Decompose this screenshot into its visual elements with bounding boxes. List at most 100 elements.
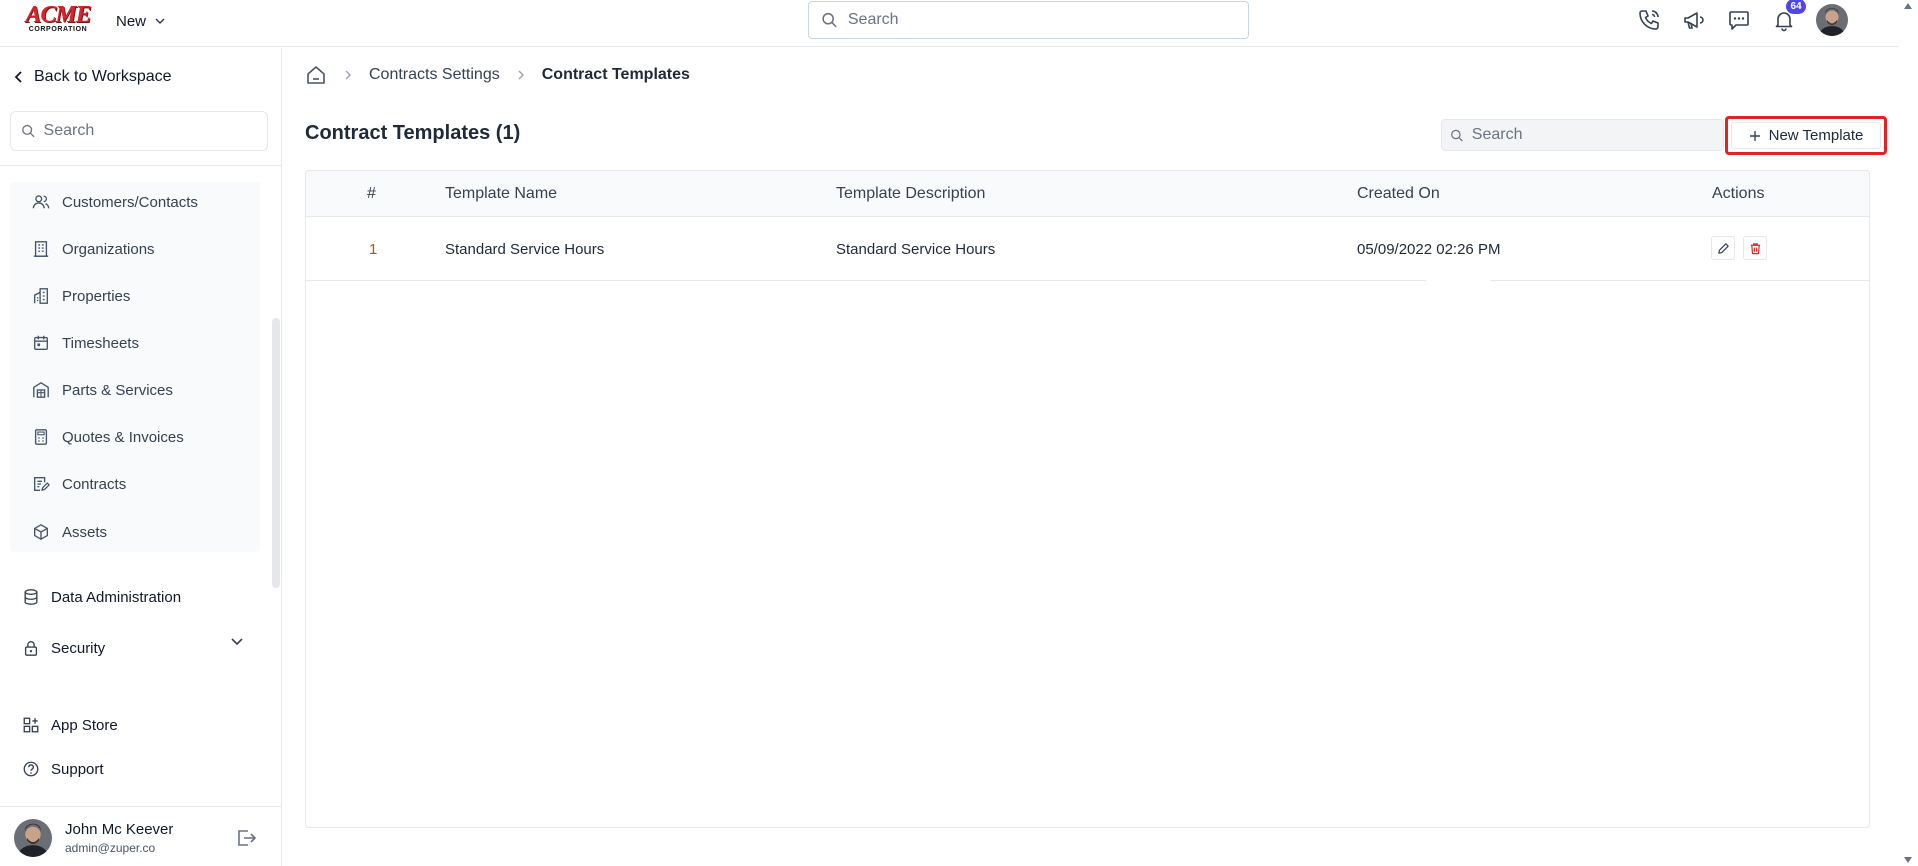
pencil-icon	[1717, 242, 1729, 254]
users-icon	[32, 195, 50, 209]
home-icon[interactable]	[305, 64, 327, 86]
row-number: 1	[369, 241, 378, 258]
sidebar-item-properties[interactable]: Properties	[32, 287, 130, 305]
sidebar-search-input[interactable]	[43, 122, 267, 140]
top-bar: ACME CORPORATION New 64	[0, 0, 1898, 47]
new-menu-label: New	[116, 12, 147, 30]
sidebar-item-parts-services[interactable]: Parts & Services	[32, 381, 173, 399]
warehouse-icon	[33, 382, 49, 398]
box-icon	[34, 524, 48, 540]
user-email: admin@zuper.co	[65, 841, 156, 855]
database-icon	[24, 589, 38, 605]
page-title: Contract Templates (1)	[305, 122, 521, 144]
apps-icon	[23, 717, 39, 733]
sidebar-item-label: Timesheets	[62, 334, 139, 352]
logo-text: ACME	[25, 2, 91, 28]
sidebar-item-label: Organizations	[62, 240, 155, 258]
sidebar-item-label: App Store	[51, 716, 118, 734]
sidebar-item-label: Security	[51, 639, 106, 657]
column-header-template-description[interactable]: Template Description	[836, 185, 985, 203]
sidebar-item-assets[interactable]: Assets	[32, 523, 107, 541]
sidebar-item-security[interactable]: Security	[22, 639, 105, 657]
sidebar-item-customers[interactable]: Customers/Contacts	[32, 193, 198, 211]
global-search[interactable]	[808, 1, 1249, 39]
sidebar-search[interactable]	[10, 111, 268, 151]
user-profile: John Mc Keever admin@zuper.co	[0, 806, 281, 866]
scroll-up-arrow-icon[interactable]	[1903, 2, 1913, 10]
sidebar-item-label: Support	[51, 760, 104, 778]
row-created-on: 05/09/2022 02:26 PM	[1357, 241, 1501, 258]
global-search-input[interactable]	[847, 11, 1248, 29]
table-search[interactable]	[1441, 119, 1724, 151]
row-template-description: Standard Service Hours	[836, 241, 996, 258]
edit-button[interactable]	[1711, 236, 1735, 260]
column-header-actions: Actions	[1712, 185, 1765, 202]
column-header-created-on[interactable]: Created On	[1357, 185, 1440, 203]
sidebar-item-app-store[interactable]: App Store	[22, 716, 118, 734]
breadcrumb-contracts-settings[interactable]: Contracts Settings	[369, 66, 500, 84]
acme-logo[interactable]: ACME CORPORATION	[22, 3, 94, 35]
sidebar-item-label: Customers/Contacts	[62, 193, 198, 211]
sidebar-divider	[0, 165, 281, 166]
templates-table: # Template Name Template Description Cre…	[305, 170, 1870, 828]
table-search-input[interactable]	[1471, 126, 1723, 144]
search-icon	[822, 12, 837, 28]
row-divider-gap	[1426, 279, 1490, 285]
new-template-button[interactable]: New Template	[1731, 122, 1881, 149]
sidebar-item-label: Properties	[62, 287, 131, 305]
chevron-down-icon[interactable]	[229, 636, 245, 648]
logo-subtext: CORPORATION	[28, 26, 88, 33]
sidebar-item-label: Assets	[62, 523, 108, 541]
lock-icon	[24, 641, 38, 656]
row-actions	[1711, 236, 1767, 260]
phone-icon[interactable]	[1636, 7, 1662, 33]
search-icon	[1451, 129, 1463, 141]
new-menu-button[interactable]: New	[116, 11, 166, 31]
help-circle-icon	[23, 761, 39, 777]
megaphone-icon[interactable]	[1681, 7, 1707, 33]
column-header-template-name[interactable]: Template Name	[445, 185, 557, 203]
user-name: John Mc Keever	[65, 821, 174, 838]
bell-icon[interactable]: 64	[1771, 0, 1806, 33]
table-row[interactable]: 1 Standard Service Hours Standard Servic…	[306, 217, 1869, 281]
sidebar-modules-group	[10, 182, 260, 552]
contract-icon	[34, 477, 50, 491]
row-template-name[interactable]: Standard Service Hours	[445, 241, 604, 258]
sidebar-item-label: Data Administration	[51, 588, 182, 606]
calculator-icon	[34, 429, 48, 445]
avatar[interactable]	[14, 819, 52, 857]
table-header: # Template Name Template Description Cre…	[306, 171, 1869, 217]
sidebar-item-timesheets[interactable]: Timesheets	[32, 334, 139, 352]
notification-badge: 64	[1786, 0, 1806, 14]
delete-button[interactable]	[1743, 236, 1767, 260]
chat-icon[interactable]	[1726, 7, 1752, 33]
sidebar-item-support[interactable]: Support	[22, 760, 104, 778]
user-avatar[interactable]	[1816, 4, 1848, 36]
top-icons: 64	[1636, 0, 1848, 36]
chevron-right-icon	[518, 70, 524, 80]
new-template-highlight: New Template	[1725, 116, 1887, 155]
sidebar-scrollbar[interactable]	[272, 318, 280, 588]
sidebar-item-data-administration[interactable]: Data Administration	[22, 588, 181, 606]
chevron-down-icon	[155, 18, 165, 25]
page-scrollbar[interactable]	[1898, 0, 1918, 866]
sidebar: Back to Workspace Customers/Contacts Org…	[0, 48, 282, 866]
breadcrumb-current: Contract Templates	[541, 66, 690, 83]
scroll-down-arrow-icon[interactable]	[1903, 856, 1913, 864]
back-to-workspace-link[interactable]: Back to Workspace	[14, 68, 172, 86]
search-icon	[22, 124, 35, 138]
sidebar-item-label: Contracts	[62, 475, 127, 493]
breadcrumb: Contracts Settings Contract Templates	[305, 64, 690, 86]
logout-icon[interactable]	[235, 827, 257, 849]
calendar-icon	[34, 335, 48, 350]
column-header-number: #	[367, 185, 376, 202]
new-template-label: New Template	[1768, 127, 1864, 144]
trash-icon	[1750, 242, 1760, 254]
sidebar-item-label: Quotes & Invoices	[62, 428, 184, 446]
sidebar-item-quotes-invoices[interactable]: Quotes & Invoices	[32, 428, 184, 446]
property-icon	[34, 288, 48, 304]
plus-icon	[1749, 130, 1760, 141]
back-to-workspace-label: Back to Workspace	[34, 68, 172, 85]
sidebar-item-organizations[interactable]: Organizations	[32, 240, 155, 258]
sidebar-item-contracts[interactable]: Contracts	[32, 475, 126, 493]
